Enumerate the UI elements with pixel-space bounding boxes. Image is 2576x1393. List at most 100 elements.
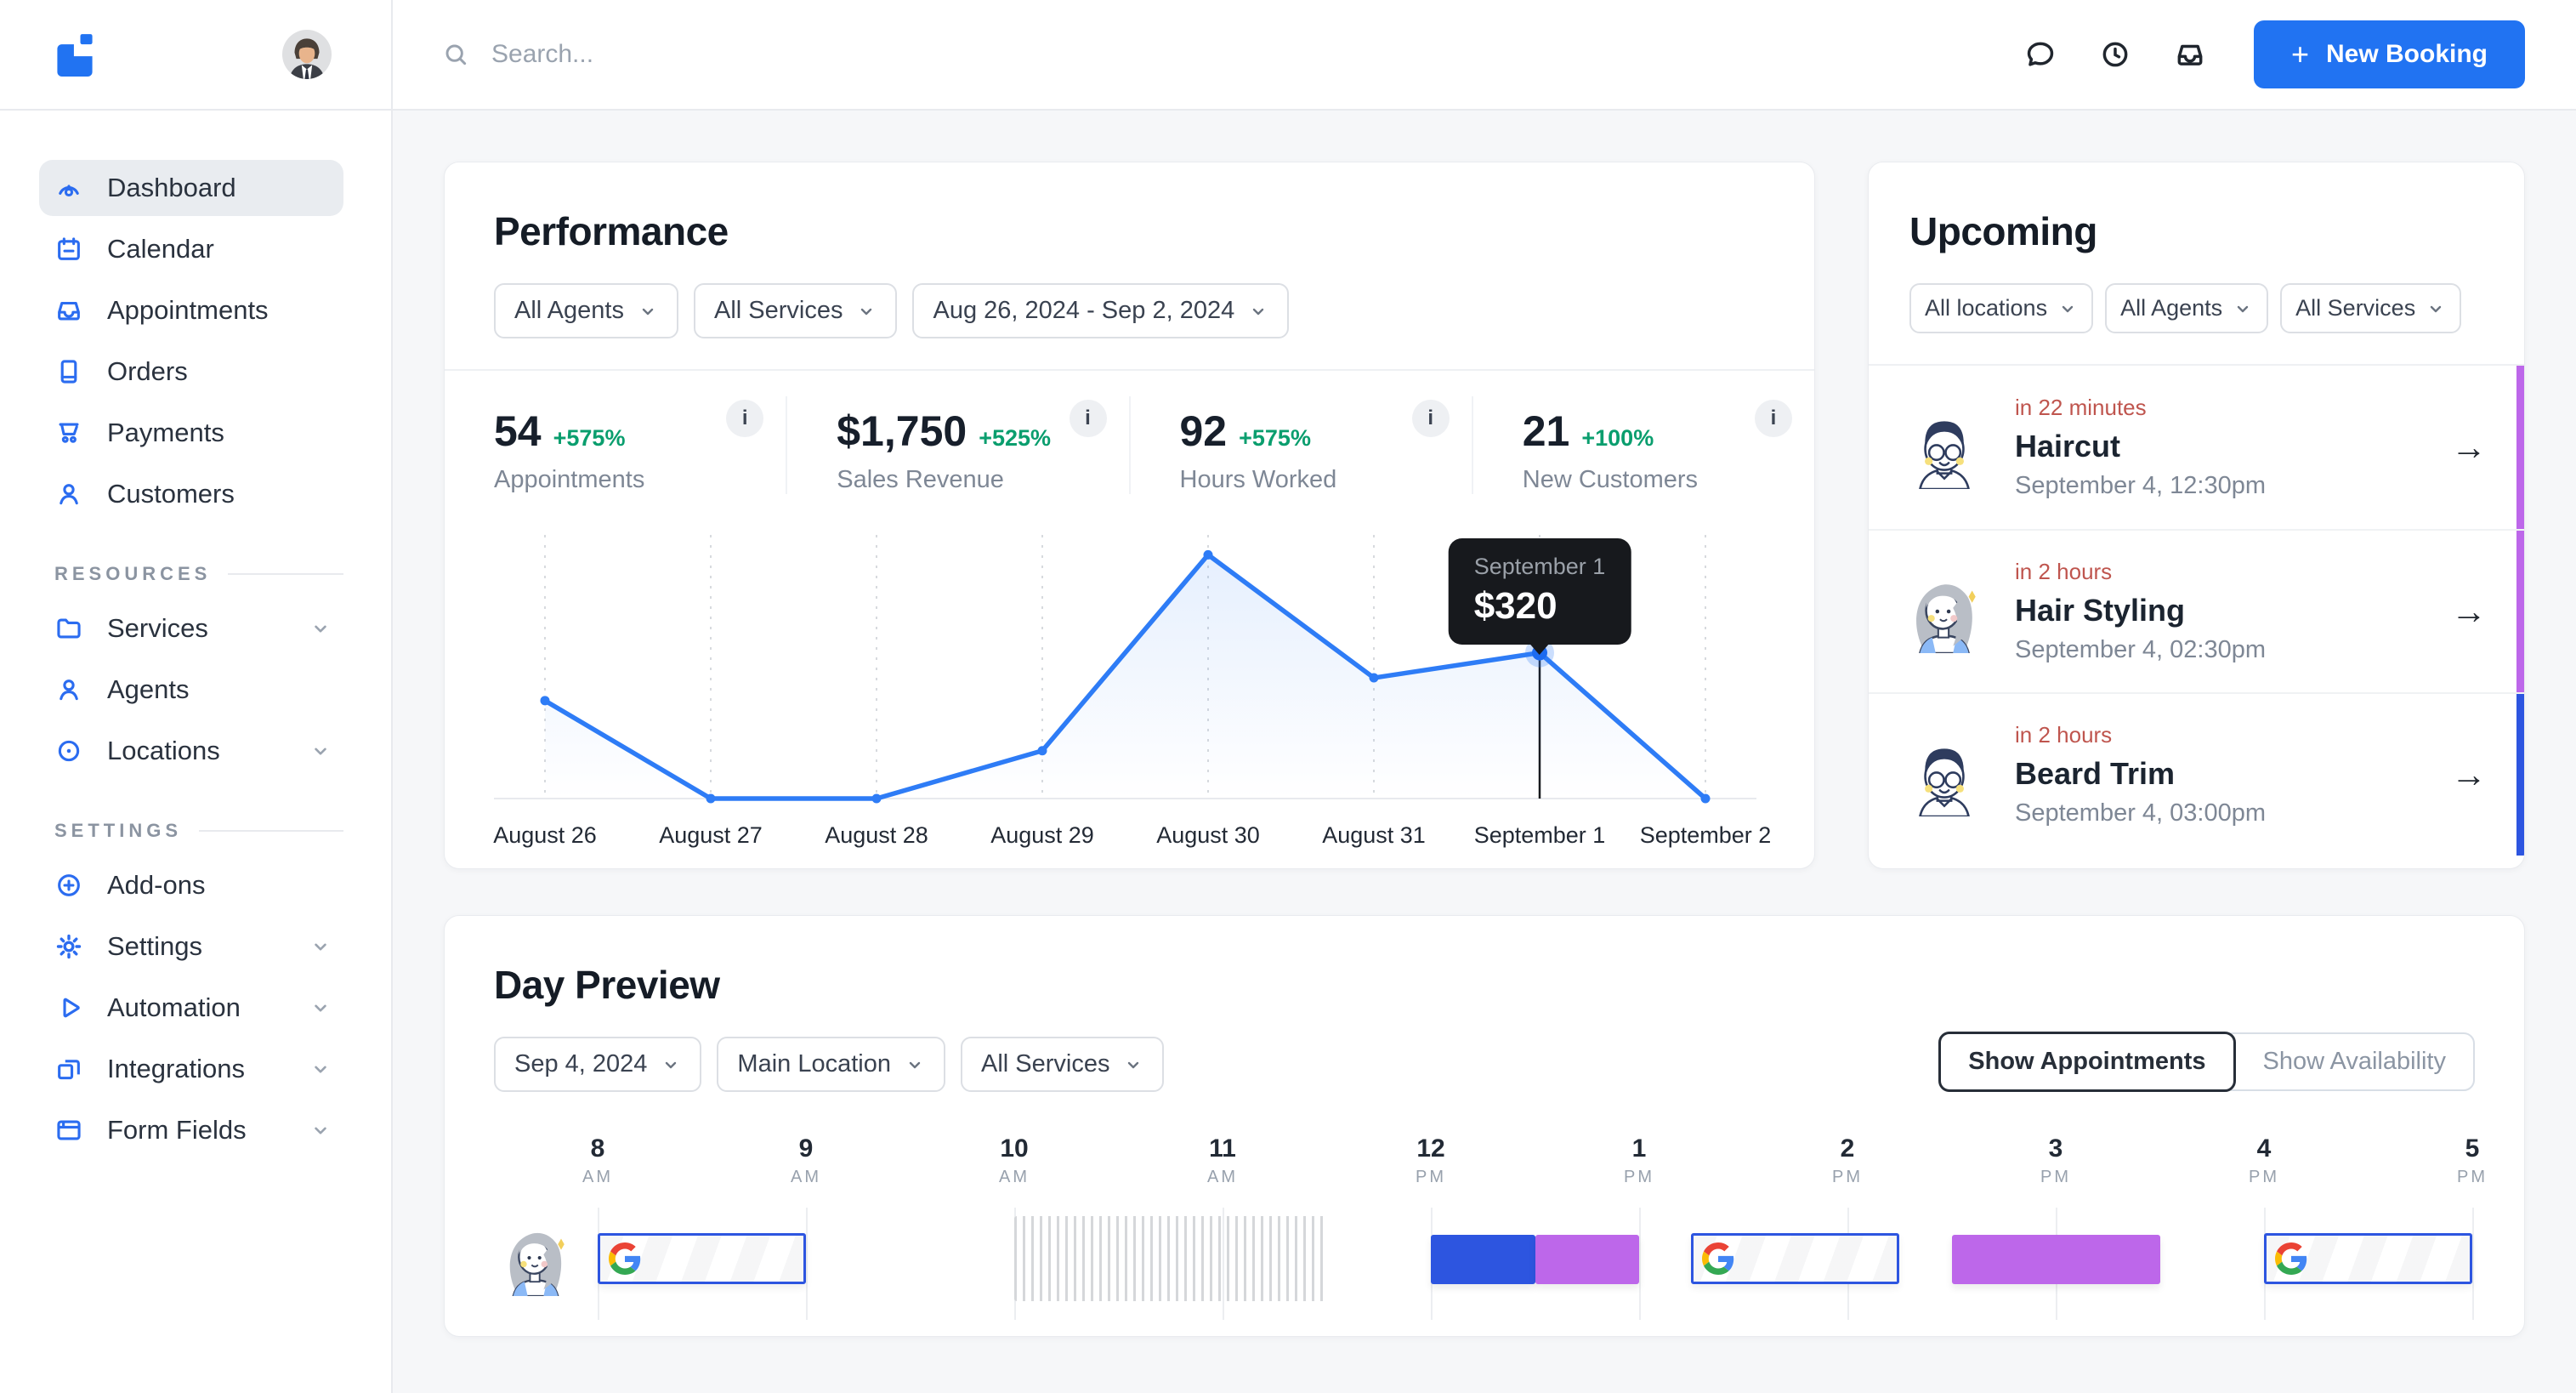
show-appointments-button[interactable]: Show Appointments bbox=[1938, 1032, 2236, 1092]
sidebar-item-settings[interactable]: Settings bbox=[39, 918, 343, 975]
sidebar-item-calendar[interactable]: Calendar bbox=[39, 221, 343, 277]
upcoming-title: Upcoming bbox=[1909, 209, 2097, 253]
time-until: in 2 hours bbox=[2015, 722, 2113, 748]
sidebar-item-label: Orders bbox=[107, 356, 188, 386]
show-availability-button[interactable]: Show Availability bbox=[2221, 1032, 2475, 1091]
location-dropdown[interactable]: Main Location bbox=[717, 1037, 945, 1092]
date-dropdown[interactable]: Sep 4, 2024 bbox=[494, 1037, 702, 1092]
sidebar-item-label: Dashboard bbox=[107, 173, 236, 202]
sidebar-item-label: Payments bbox=[107, 418, 224, 447]
info-icon[interactable]: i bbox=[1755, 400, 1792, 437]
date-range-dropdown[interactable]: Aug 26, 2024 - Sep 2, 2024 bbox=[912, 283, 1290, 338]
calendar-icon bbox=[54, 235, 83, 264]
hour-label: 2 PM bbox=[1832, 1134, 1863, 1186]
booking-event[interactable] bbox=[1535, 1235, 1639, 1284]
sidebar-item-label: Automation bbox=[107, 992, 241, 1022]
chevron-down-icon bbox=[309, 935, 332, 958]
accent-stripe bbox=[2516, 694, 2524, 856]
locations-filter-dropdown[interactable]: All locations bbox=[1909, 283, 2094, 333]
user-avatar[interactable] bbox=[282, 30, 332, 79]
service-name: Haircut bbox=[2015, 429, 2121, 463]
appointment-datetime: September 4, 03:00pm bbox=[2015, 799, 2267, 827]
chevron-down-icon bbox=[661, 1055, 681, 1075]
agents-filter-dropdown[interactable]: All Agents bbox=[494, 283, 678, 338]
performance-stats: 54 +575% Appointments i $1,750 +525% Sales… bbox=[445, 371, 1814, 509]
hour-label: 8 AM bbox=[582, 1134, 613, 1186]
sidebar-item-dashboard[interactable]: Dashboard bbox=[39, 160, 343, 216]
search-input[interactable] bbox=[490, 39, 855, 70]
svg-text:August 28: August 28 bbox=[825, 822, 928, 848]
booking-event[interactable] bbox=[1431, 1235, 1535, 1284]
info-icon[interactable]: i bbox=[1411, 400, 1450, 437]
services-dropdown[interactable]: All Services bbox=[960, 1037, 1165, 1092]
svg-text:August 29: August 29 bbox=[990, 822, 1094, 848]
arrow-right-icon[interactable]: → bbox=[2451, 427, 2487, 468]
chevron-down-icon bbox=[309, 1058, 332, 1080]
appointments-icon bbox=[54, 296, 83, 325]
sidebar: Dashboard Calendar Appointments Orders P… bbox=[0, 111, 393, 1393]
svg-text:August 30: August 30 bbox=[1156, 822, 1260, 848]
google-synced-event[interactable] bbox=[598, 1233, 806, 1284]
svg-text:August 31: August 31 bbox=[1322, 822, 1426, 848]
arrow-right-icon[interactable]: → bbox=[2451, 591, 2487, 632]
clock-icon[interactable] bbox=[2099, 38, 2131, 71]
locations-icon bbox=[54, 736, 83, 765]
services-filter-dropdown[interactable]: All Services bbox=[693, 283, 898, 338]
chevron-down-icon bbox=[638, 301, 658, 321]
chevron-down-icon bbox=[856, 301, 877, 321]
app-logo-icon[interactable] bbox=[53, 32, 97, 77]
sidebar-item-appointments[interactable]: Appointments bbox=[39, 282, 343, 338]
upcoming-item-beard-trim[interactable]: in 2 hours Beard Trim September 4, 03:00… bbox=[1869, 692, 2524, 856]
info-icon[interactable]: i bbox=[726, 400, 764, 437]
plus-icon: + bbox=[2290, 37, 2309, 71]
orders-icon bbox=[54, 357, 83, 386]
sidebar-item-orders[interactable]: Orders bbox=[39, 344, 343, 400]
chevron-down-icon bbox=[905, 1055, 925, 1075]
agents-icon bbox=[54, 675, 83, 704]
agents-filter-dropdown[interactable]: All Agents bbox=[2105, 283, 2269, 333]
appointment-datetime: September 4, 12:30pm bbox=[2015, 472, 2267, 499]
chat-icon[interactable] bbox=[2024, 38, 2057, 71]
google-synced-event[interactable] bbox=[1691, 1233, 1900, 1284]
new-booking-button[interactable]: + New Booking bbox=[2253, 20, 2525, 88]
svg-text:September 2: September 2 bbox=[1640, 822, 1772, 848]
upcoming-item-haircut[interactable]: in 22 minutes Haircut September 4, 12:30… bbox=[1869, 366, 2524, 529]
sidebar-item-agents[interactable]: Agents bbox=[39, 662, 343, 718]
sidebar-item-form-fields[interactable]: Form Fields bbox=[39, 1102, 343, 1158]
arrow-right-icon[interactable]: → bbox=[2451, 754, 2487, 795]
chevron-down-icon bbox=[1248, 301, 1268, 321]
sidebar-item-label: Integrations bbox=[107, 1054, 245, 1083]
form-fields-icon bbox=[54, 1116, 83, 1145]
sidebar-item-integrations[interactable]: Integrations bbox=[39, 1041, 343, 1097]
inbox-icon[interactable] bbox=[2174, 38, 2206, 71]
blocked-time[interactable] bbox=[1014, 1216, 1327, 1301]
time-until: in 22 minutes bbox=[2015, 395, 2147, 420]
tooltip-date: September 1 bbox=[1473, 554, 1606, 579]
sidebar-section-resources: RESOURCES bbox=[54, 563, 343, 585]
info-icon[interactable]: i bbox=[1069, 400, 1107, 437]
performance-chart: August 26 August 27 August 28 August 29 Augu… bbox=[445, 509, 1814, 868]
sidebar-item-label: Add-ons bbox=[107, 870, 206, 900]
sidebar-item-customers[interactable]: Customers bbox=[39, 466, 343, 522]
topbar-actions bbox=[2024, 38, 2206, 71]
sidebar-item-services[interactable]: Services bbox=[39, 600, 343, 657]
upcoming-item-hair-styling[interactable]: in 2 hours Hair Styling September 4, 02:… bbox=[1869, 529, 2524, 692]
sidebar-item-locations[interactable]: Locations bbox=[39, 723, 343, 779]
customer-avatar bbox=[1903, 733, 1986, 816]
upcoming-card: Upcoming All locations All Agents All Se… bbox=[1868, 162, 2525, 869]
sidebar-item-payments[interactable]: Payments bbox=[39, 405, 343, 461]
booking-event[interactable] bbox=[1951, 1235, 2160, 1284]
stat-appointments: 54 +575% Appointments i bbox=[445, 396, 786, 494]
sidebar-item-addons[interactable]: Add-ons bbox=[39, 857, 343, 913]
google-icon bbox=[2275, 1242, 2307, 1275]
google-synced-event[interactable] bbox=[2264, 1233, 2472, 1284]
chart-tooltip: September 1 $320 bbox=[1448, 538, 1631, 645]
service-name: Beard Trim bbox=[2015, 756, 2176, 791]
search-bar[interactable] bbox=[442, 39, 855, 70]
time-until: in 2 hours bbox=[2015, 559, 2113, 584]
hour-gridline bbox=[1639, 1208, 1641, 1320]
sidebar-item-label: Customers bbox=[107, 479, 235, 509]
sidebar-item-automation[interactable]: Automation bbox=[39, 980, 343, 1036]
hour-label: 3 PM bbox=[2040, 1134, 2071, 1186]
services-filter-dropdown[interactable]: All Services bbox=[2280, 283, 2462, 333]
